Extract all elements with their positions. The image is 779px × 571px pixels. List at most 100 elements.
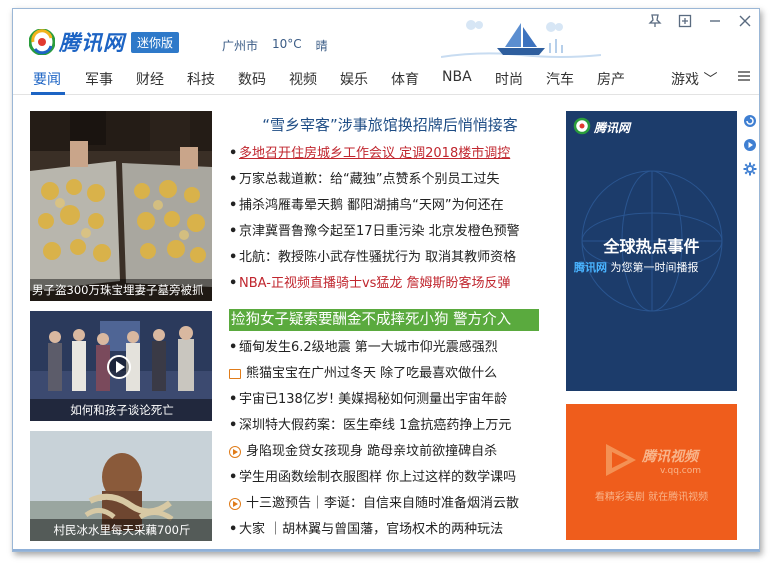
- video-play-icon: [229, 498, 241, 510]
- news-item-title: 身陷现金贷女孩现身 跪母亲坟前欲撞碑自杀: [246, 444, 498, 459]
- news-item[interactable]: • 深圳特大假药案：医生牵线 1盒抗癌药挣上万元: [229, 413, 549, 439]
- bullet-icon: •: [229, 522, 238, 537]
- bullet-icon: •: [229, 418, 238, 433]
- nav-tab-realestate[interactable]: 房产: [597, 69, 625, 89]
- jewelry-photo-image: [30, 111, 212, 301]
- ad-brand: 腾讯视频: [642, 449, 698, 465]
- nav-tab-sports[interactable]: 体育: [391, 69, 419, 89]
- weather-condition: 晴: [315, 39, 328, 53]
- picture-icon: [229, 369, 241, 379]
- news-item-title: 北航：教授陈小武存性骚扰行为 取消其教师资格: [239, 250, 517, 265]
- photo-news-jewelry[interactable]: 男子盗300万珠宝埋妻子墓旁被抓: [30, 111, 212, 301]
- settings-gear-icon[interactable]: [743, 161, 757, 176]
- news-item[interactable]: • 宇宙已138亿岁! 美媒揭秘如何测量出宇宙年龄: [229, 387, 549, 413]
- bullet-icon: •: [229, 340, 238, 355]
- ad-banner-tencent-video[interactable]: 腾讯视频 v.qq.com 看精彩美剧 就在腾讯视频: [566, 404, 737, 540]
- nav-tab-military[interactable]: 军事: [85, 69, 113, 89]
- news-item-title: 熊猫宝宝在广州过冬天 除了吃最喜欢做什么: [246, 366, 498, 381]
- news-item[interactable]: • 多地召开住房城乡工作会议 定调2018楼市调控: [229, 141, 549, 167]
- tencent-logo[interactable]: 腾讯网 迷你版: [28, 27, 180, 57]
- news-item-title: 多地召开住房城乡工作会议 定调2018楼市调控: [239, 146, 511, 161]
- side-toolbar: [743, 113, 757, 176]
- news-item[interactable]: 十三邀预告｜李诞：自信来自随时准备烟消云散: [229, 491, 549, 517]
- photo-news-death-talk[interactable]: 如何和孩子谈论死亡: [30, 311, 212, 421]
- sailboat-decoration-icon: [440, 17, 602, 67]
- news-item-title: NBA-正视频直播骑士vs猛龙 詹姆斯盼客场反弹: [239, 276, 511, 291]
- ad-title: 全球热点事件: [603, 237, 700, 256]
- news-item-title: 缅甸发生6.2级地震 第一大城市仰光震感强烈: [239, 340, 498, 355]
- maximize-icon[interactable]: [677, 13, 693, 29]
- nav-tab-nba[interactable]: NBA: [442, 69, 472, 85]
- nav-tab-video[interactable]: 视频: [289, 69, 317, 89]
- tencent-logo-icon: [28, 28, 56, 56]
- bullet-icon: •: [229, 470, 238, 485]
- mini-news-window: 腾讯网 迷你版 广州市 10°C 晴 要闻 军事 财经 科技 数码 视频 娱乐 …: [12, 8, 760, 552]
- news-list-bottom: • 缅甸发生6.2级地震 第一大城市仰光震感强烈 熊猫宝宝在广州过冬天 除了吃最…: [229, 335, 549, 543]
- logo-text: 腾讯网: [59, 31, 125, 55]
- video-play-icon: [229, 446, 241, 458]
- news-item[interactable]: • 北航：教授陈小武存性骚扰行为 取消其教师资格: [229, 245, 549, 271]
- weather-info[interactable]: 广州市 10°C 晴: [222, 37, 328, 54]
- close-icon[interactable]: [737, 13, 753, 29]
- top-headline-link[interactable]: “雪乡宰客”涉事旅馆换招牌后悄悄接客: [237, 114, 543, 135]
- nav-tab-auto[interactable]: 汽车: [546, 69, 574, 89]
- news-item[interactable]: • 大家 ｜胡林翼与曾国藩，官场权术的两种玩法: [229, 517, 549, 543]
- ad-subtitle-text: 为您第一时间播报: [610, 261, 699, 274]
- news-item-title: 捕杀鸿雁毒晕天鹅 鄱阳湖捕鸟“天网”为何还在: [239, 198, 504, 213]
- photo-caption: 如何和孩子谈论死亡: [30, 399, 212, 421]
- news-item[interactable]: • 学生用函数绘制衣服图样 你上过这样的数学课吗: [229, 465, 549, 491]
- news-item-title: 万家总裁道歉：给“藏独”点赞系个别员工过失: [239, 172, 500, 187]
- news-item[interactable]: • NBA-正视频直播骑士vs猛龙 詹姆斯盼客场反弹: [229, 271, 549, 297]
- photo-caption: 男子盗300万珠宝埋妻子墓旁被抓: [30, 279, 212, 301]
- bullet-icon: •: [229, 250, 238, 265]
- bullet-icon: •: [229, 224, 238, 239]
- nav-tab-news[interactable]: 要闻: [33, 69, 61, 89]
- bullet-icon: •: [229, 172, 238, 187]
- ad-subtitle: 腾讯网 为您第一时间播报: [574, 259, 699, 275]
- bottom-border: [13, 549, 759, 551]
- pin-icon[interactable]: [647, 13, 663, 29]
- ad-subtitle-brand: 腾讯网: [574, 261, 607, 274]
- bullet-icon: •: [229, 392, 238, 407]
- active-tab-indicator: [31, 92, 65, 95]
- news-item[interactable]: • 京津冀晋鲁豫今起至17日重污染 北京发橙色预警: [229, 219, 549, 245]
- nav-tab-finance[interactable]: 财经: [136, 69, 164, 89]
- menu-icon[interactable]: [737, 69, 751, 87]
- news-item[interactable]: • 万家总裁道歉：给“藏独”点赞系个别员工过失: [229, 167, 549, 193]
- news-item[interactable]: 熊猫宝宝在广州过冬天 除了吃最喜欢做什么: [229, 361, 549, 387]
- news-item[interactable]: • 捕杀鸿雁毒晕天鹅 鄱阳湖捕鸟“天网”为何还在: [229, 193, 549, 219]
- photo-caption: 村民冰水里每天采藕700斤: [30, 519, 212, 541]
- news-list-top: • 多地召开住房城乡工作会议 定调2018楼市调控 • 万家总裁道歉：给“藏独”…: [229, 141, 549, 297]
- nav-tab-tech[interactable]: 科技: [187, 69, 215, 89]
- news-item-title: 大家 ｜胡林翼与曾国藩，官场权术的两种玩法: [239, 522, 504, 537]
- nav-tab-entertainment[interactable]: 娱乐: [340, 69, 368, 89]
- bullet-icon: •: [229, 146, 238, 161]
- minimize-icon[interactable]: [707, 13, 723, 29]
- ad-brand: 腾讯网: [594, 121, 631, 135]
- bullet-icon: •: [229, 276, 238, 291]
- category-nav: 要闻 军事 财经 科技 数码 视频 娱乐 体育 NBA 时尚 汽车 房产 游戏 …: [13, 65, 759, 95]
- highlight-headline-link[interactable]: 捡狗女子疑索要酬金不成摔死小狗 警方介入: [229, 309, 539, 331]
- nav-tab-fashion[interactable]: 时尚: [495, 69, 523, 89]
- play-icon[interactable]: [743, 137, 757, 151]
- ad-url: v.qq.com: [660, 466, 701, 476]
- photo-news-lotus-root[interactable]: 村民冰水里每天采藕700斤: [30, 431, 212, 541]
- tencent-video-logo-icon: [606, 444, 636, 476]
- news-item-title: 学生用函数绘制衣服图样 你上过这样的数学课吗: [239, 470, 517, 485]
- ad-banner-global-hot-events[interactable]: 腾讯网 全球热点事件 腾讯网 为您第一时间播报: [566, 111, 737, 391]
- news-item-title: 十三邀预告｜李诞：自信来自随时准备烟消云散: [246, 496, 520, 511]
- news-item-title: 深圳特大假药案：医生牵线 1盒抗癌药挣上万元: [239, 418, 512, 433]
- window-controls: [647, 13, 753, 29]
- header: 腾讯网 迷你版 广州市 10°C 晴: [13, 9, 759, 59]
- news-item[interactable]: 身陷现金贷女孩现身 跪母亲坟前欲撞碑自杀: [229, 439, 549, 465]
- nav-more-dropdown[interactable]: 游戏 ﹀: [671, 69, 717, 89]
- news-item-title: 京津冀晋鲁豫今起至17日重污染 北京发橙色预警: [239, 224, 520, 239]
- news-item[interactable]: • 缅甸发生6.2级地震 第一大城市仰光震感强烈: [229, 335, 549, 361]
- weather-city: 广州市: [222, 39, 259, 53]
- nav-tab-digital[interactable]: 数码: [238, 69, 266, 89]
- news-item-title: 宇宙已138亿岁! 美媒揭秘如何测量出宇宙年龄: [239, 392, 508, 407]
- weather-temp: 10°C: [272, 37, 302, 51]
- bullet-icon: •: [229, 198, 238, 213]
- ad-text: 看精彩美剧 就在腾讯视频: [594, 492, 709, 503]
- refresh-icon[interactable]: [743, 113, 757, 127]
